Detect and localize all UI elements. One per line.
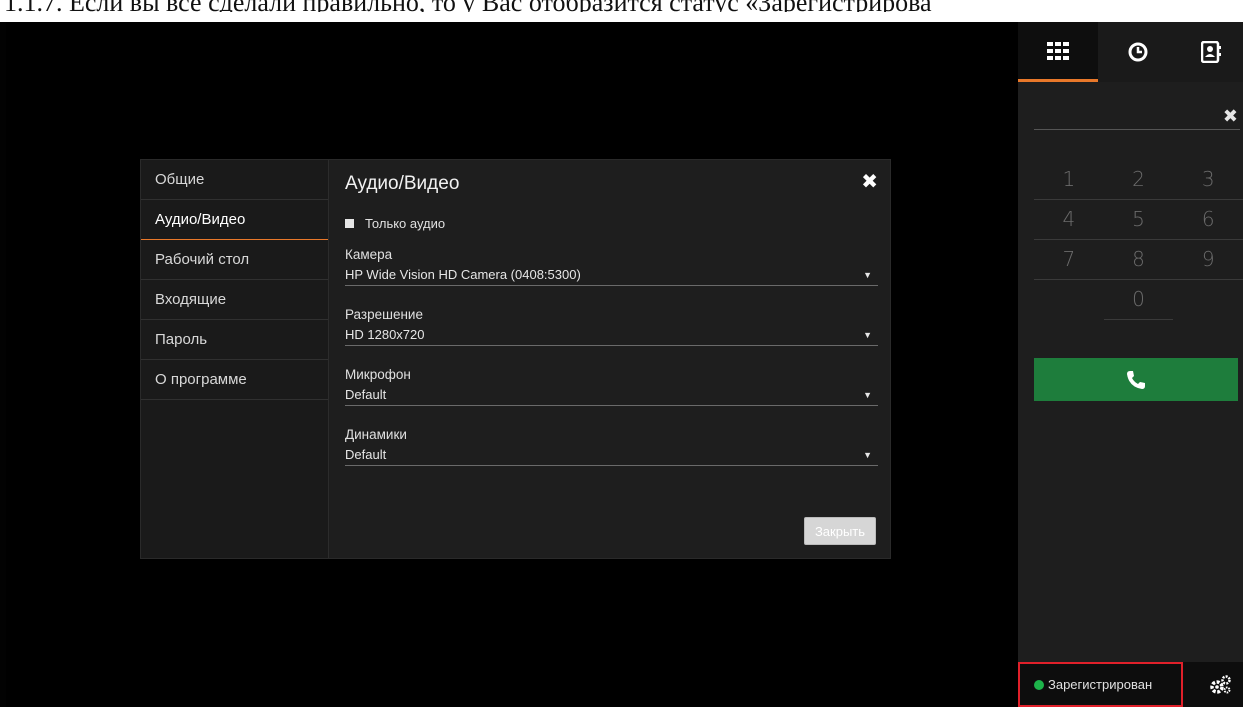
key-empty-right xyxy=(1173,280,1243,320)
camera-field: Камера HP Wide Vision HD Camera (0408:53… xyxy=(345,246,878,286)
nav-item-password[interactable]: Пароль xyxy=(141,320,328,360)
resolution-value: HD 1280x720 xyxy=(345,327,425,342)
resolution-field: Разрешение HD 1280x720 ▼ xyxy=(345,306,878,346)
clear-icon[interactable]: ✖ xyxy=(1223,106,1238,127)
call-button[interactable] xyxy=(1034,358,1238,401)
keypad-icon xyxy=(1047,41,1069,60)
phone-panel: ✖ 1 2 3 4 5 6 7 8 9 0 Зарегистрирован xyxy=(1018,22,1243,707)
clock-icon xyxy=(1128,42,1148,62)
key-0[interactable]: 0 xyxy=(1103,280,1174,320)
panel-tabs xyxy=(1018,22,1243,82)
camera-value: HP Wide Vision HD Camera (0408:5300) xyxy=(345,267,581,282)
gears-icon xyxy=(1210,674,1231,694)
nav-item-general[interactable]: Общие xyxy=(141,160,328,200)
key-1[interactable]: 1 xyxy=(1034,160,1104,200)
audio-only-label: Только аудио xyxy=(365,215,446,231)
status-online-icon xyxy=(1034,679,1044,690)
settings-nav: Общие Аудио/Видео Рабочий стол Входящие … xyxy=(141,160,329,558)
key-3[interactable]: 3 xyxy=(1173,160,1243,200)
nav-item-desktop[interactable]: Рабочий стол xyxy=(141,240,328,280)
key-6[interactable]: 6 xyxy=(1173,200,1243,240)
nav-item-about[interactable]: О программе xyxy=(141,360,328,400)
nav-item-incoming[interactable]: Входящие xyxy=(141,280,328,320)
chevron-down-icon: ▼ xyxy=(863,450,872,460)
microphone-value: Default xyxy=(345,387,387,402)
microphone-label: Микрофон xyxy=(345,367,411,382)
chevron-down-icon: ▼ xyxy=(863,390,872,400)
dial-number-input[interactable]: ✖ xyxy=(1034,102,1240,130)
resolution-select[interactable]: HD 1280x720 ▼ xyxy=(345,324,878,346)
microphone-select[interactable]: Default ▼ xyxy=(345,384,878,406)
close-button[interactable]: Закрыть xyxy=(804,517,876,545)
status-text: Зарегистрирован xyxy=(1048,677,1153,692)
key-8[interactable]: 8 xyxy=(1103,240,1174,280)
status-bar: Зарегистрирован xyxy=(1018,662,1243,707)
phone-icon xyxy=(1127,370,1145,389)
chevron-down-icon: ▼ xyxy=(863,270,872,280)
document-caption: 1.1.7. Если вы все сделали правильно, то… xyxy=(0,0,1243,12)
key-4[interactable]: 4 xyxy=(1034,200,1104,240)
resolution-label: Разрешение xyxy=(345,307,423,322)
tab-keypad[interactable] xyxy=(1018,22,1098,82)
key-9[interactable]: 9 xyxy=(1173,240,1243,280)
key-empty-left xyxy=(1034,280,1104,320)
audio-only-option[interactable]: Только аудио xyxy=(345,215,445,231)
speakers-label: Динамики xyxy=(345,427,407,442)
settings-content: Аудио/Видео ✖ Только аудио Камера HP Wid… xyxy=(330,160,890,558)
nav-item-audio-video[interactable]: Аудио/Видео xyxy=(141,200,328,240)
registration-status: Зарегистрирован xyxy=(1018,662,1183,707)
key-2[interactable]: 2 xyxy=(1103,160,1174,200)
tab-history[interactable] xyxy=(1098,22,1178,82)
speakers-field: Динамики Default ▼ xyxy=(345,426,878,466)
camera-select[interactable]: HP Wide Vision HD Camera (0408:5300) ▼ xyxy=(345,264,878,286)
key-5[interactable]: 5 xyxy=(1103,200,1174,240)
microphone-field: Микрофон Default ▼ xyxy=(345,366,878,406)
speakers-select[interactable]: Default ▼ xyxy=(345,444,878,466)
camera-label: Камера xyxy=(345,247,393,262)
video-area: Общие Аудио/Видео Рабочий стол Входящие … xyxy=(6,22,1018,707)
app-screen: Общие Аудио/Видео Рабочий стол Входящие … xyxy=(0,22,1243,707)
contacts-icon xyxy=(1200,41,1221,63)
dialog-title: Аудио/Видео xyxy=(345,173,460,194)
settings-dialog: Общие Аудио/Видео Рабочий стол Входящие … xyxy=(140,159,891,559)
close-icon[interactable]: ✖ xyxy=(861,172,878,192)
tab-contacts[interactable] xyxy=(1178,22,1243,82)
key-7[interactable]: 7 xyxy=(1034,240,1104,280)
speakers-value: Default xyxy=(345,447,387,462)
settings-button[interactable] xyxy=(1197,662,1243,707)
chevron-down-icon: ▼ xyxy=(863,330,872,340)
audio-only-checkbox[interactable] xyxy=(345,218,354,228)
keypad: 1 2 3 4 5 6 7 8 9 0 xyxy=(1034,160,1243,320)
